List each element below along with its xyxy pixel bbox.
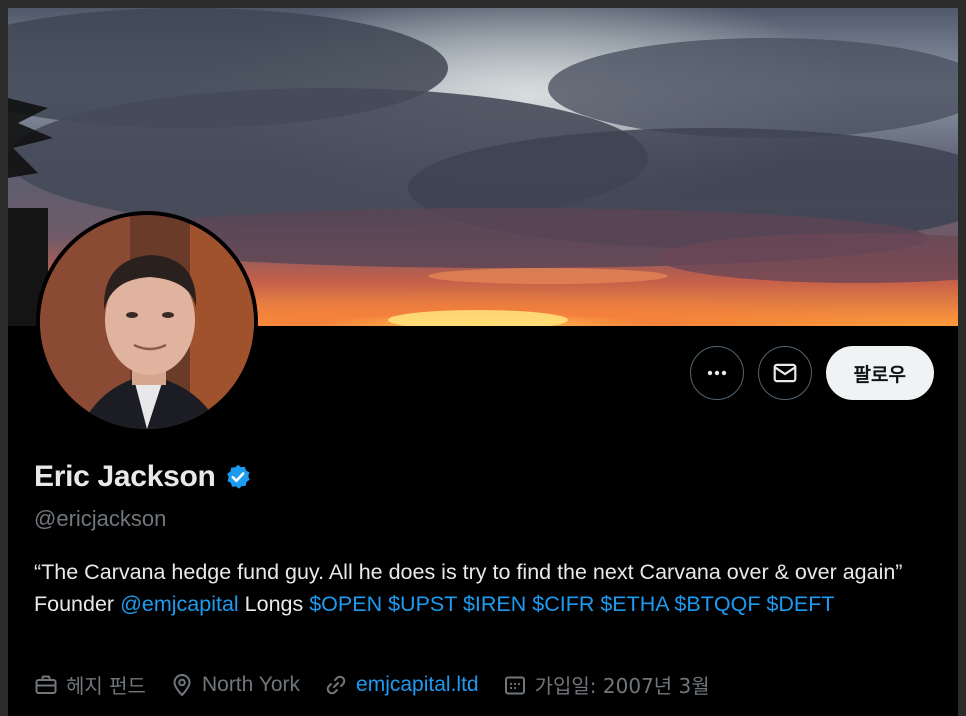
profile-meta: 헤지 펀드 North York emjcapital.ltd 가입일: 200…: [34, 670, 734, 699]
profile-page: 팔로우 Eric Jackson @ericjackson “The Carva…: [8, 8, 958, 716]
joined-date: 가입일: 2007년 3월: [534, 674, 710, 698]
meta-joined: 가입일: 2007년 3월: [503, 670, 710, 699]
more-options-button[interactable]: [689, 346, 744, 400]
follow-button[interactable]: 팔로우: [825, 346, 934, 400]
profile-actions: 팔로우: [689, 346, 934, 400]
calendar-icon: [504, 676, 525, 694]
website-link[interactable]: emjcapital.ltd: [356, 673, 479, 697]
bio-text: Longs: [238, 592, 310, 616]
verified-badge-icon[interactable]: [224, 463, 252, 491]
bio-cashtags-link[interactable]: $OPEN $UPST $IREN $CIFR $ETHA $BTQQF $DE…: [309, 592, 834, 616]
profile-photo: [40, 215, 254, 429]
location-pin-icon: [173, 673, 191, 696]
envelope-icon: [773, 363, 796, 383]
briefcase-icon: [35, 675, 57, 694]
ellipsis-icon: [707, 370, 726, 376]
user-handle: @ericjackson: [34, 506, 167, 531]
profile-name-row: Eric Jackson: [34, 460, 252, 494]
link-icon: [326, 675, 346, 694]
avatar[interactable]: [36, 211, 258, 433]
location-label: North York: [201, 672, 301, 696]
message-button[interactable]: [757, 346, 812, 400]
meta-location: North York: [170, 673, 300, 697]
category-label: 헤지 펀드: [66, 674, 146, 698]
profile-bio: “The Carvana hedge fund guy. All he does…: [34, 556, 914, 620]
meta-category: 헤지 펀드: [34, 670, 146, 699]
display-name: Eric Jackson: [34, 460, 216, 493]
bio-mention-link[interactable]: @emjcapital: [120, 592, 239, 616]
meta-website: emjcapital.ltd: [324, 673, 479, 697]
